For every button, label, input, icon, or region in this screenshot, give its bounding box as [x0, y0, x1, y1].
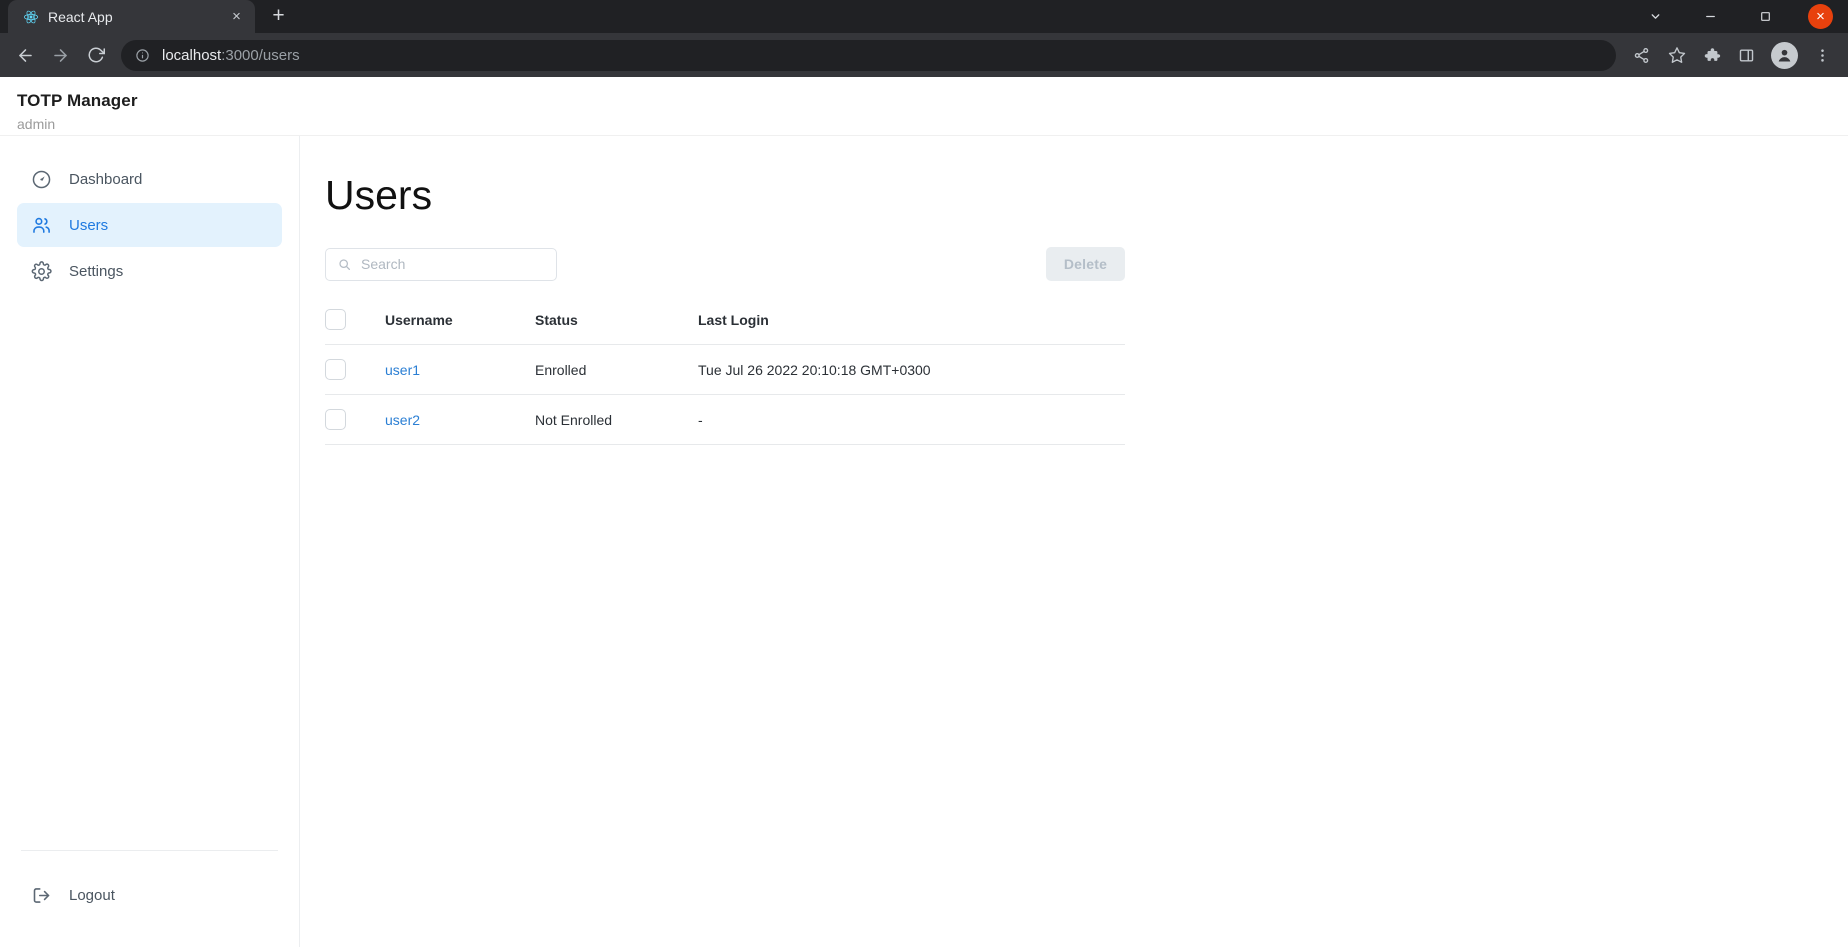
table-head: Username Status Last Login — [325, 303, 1125, 345]
search-box[interactable] — [325, 247, 557, 281]
table-body: user1 Enrolled Tue Jul 26 2022 20:10:18 … — [325, 344, 1125, 445]
sidebar-item-users[interactable]: Users — [17, 203, 282, 247]
logout-icon — [30, 884, 52, 906]
address-bar-text: localhost:3000/users — [162, 47, 300, 64]
sidebar-item-label: Users — [69, 216, 109, 234]
users-icon — [30, 214, 52, 236]
react-logo-icon — [22, 8, 39, 25]
search-icon — [337, 257, 351, 271]
url-host: localhost — [162, 46, 222, 64]
sidebar-item-logout[interactable]: Logout — [17, 873, 282, 917]
sidebar-item-label: Logout — [69, 886, 115, 904]
current-user-label: admin — [17, 116, 56, 132]
browser-tab[interactable]: React App × — [8, 0, 255, 33]
sidebar-item-label: Settings — [69, 262, 124, 280]
select-all-checkbox[interactable] — [325, 309, 346, 330]
table-header-row: Username Status Last Login — [325, 303, 1125, 345]
forward-arrow-icon[interactable] — [44, 39, 77, 72]
users-table: Username Status Last Login user1 Enrolle… — [325, 303, 1125, 445]
close-tab-icon[interactable]: × — [227, 7, 246, 26]
table-row[interactable]: user1 Enrolled Tue Jul 26 2022 20:10:18 … — [325, 344, 1125, 395]
url-path: :3000/users — [221, 46, 300, 64]
share-icon[interactable] — [1625, 39, 1658, 72]
close-window-button[interactable]: × — [1793, 0, 1848, 33]
page-title: Users — [325, 172, 433, 218]
cell-last-login: Tue Jul 26 2022 20:10:18 GMT+0300 — [698, 344, 1125, 395]
main-content: Users Delete — [300, 136, 1848, 947]
avatar-icon[interactable] — [1771, 41, 1798, 69]
sidebar-item-settings[interactable]: Settings — [17, 249, 282, 293]
side-panel-icon[interactable] — [1730, 39, 1763, 72]
gear-icon — [30, 260, 52, 282]
user-link[interactable]: user2 — [385, 412, 420, 428]
site-info-icon[interactable] — [134, 47, 151, 64]
select-all-header — [325, 303, 385, 345]
star-icon[interactable] — [1660, 39, 1693, 72]
dashboard-gauge-icon — [30, 168, 52, 190]
address-bar[interactable]: localhost:3000/users — [121, 39, 1616, 71]
cell-last-login: - — [698, 394, 1125, 445]
tab-title: React App — [48, 8, 113, 25]
table-toolbar: Delete — [325, 247, 1125, 281]
tab-strip: React App × + × — [0, 0, 1848, 33]
logout-section: Logout — [17, 851, 282, 947]
sidebar-item-label: Dashboard — [69, 170, 143, 188]
app-title: TOTP Manager — [17, 91, 138, 110]
new-tab-button[interactable]: + — [262, 0, 295, 32]
row-select-cell — [325, 394, 385, 445]
maximize-icon[interactable] — [1738, 0, 1793, 33]
tab-search-chevron-icon[interactable] — [1628, 0, 1683, 33]
browser-window: React App × + × localhost:3000/users TOT… — [0, 0, 1848, 948]
back-arrow-icon[interactable] — [9, 39, 42, 72]
three-dot-menu-icon[interactable] — [1806, 39, 1839, 72]
column-header-last-login[interactable]: Last Login — [698, 303, 1125, 345]
user-link[interactable]: user1 — [385, 362, 420, 378]
search-input[interactable] — [361, 256, 545, 272]
cell-username: user2 — [385, 394, 535, 445]
row-checkbox[interactable] — [325, 409, 346, 430]
column-header-username[interactable]: Username — [385, 303, 535, 345]
delete-button[interactable]: Delete — [1046, 247, 1125, 281]
table-row[interactable]: user2 Not Enrolled - — [325, 394, 1125, 445]
cell-status: Not Enrolled — [535, 394, 698, 445]
reload-icon[interactable] — [79, 39, 112, 72]
window-controls: × — [1628, 0, 1848, 33]
close-icon: × — [1808, 4, 1833, 29]
row-select-cell — [325, 344, 385, 395]
row-checkbox[interactable] — [325, 359, 346, 380]
cell-status: Enrolled — [535, 344, 698, 395]
column-header-status[interactable]: Status — [535, 303, 698, 345]
app-body: Dashboard Users Settings Logout Users Se… — [0, 136, 1848, 947]
sidebar: Dashboard Users Settings Logout — [0, 136, 300, 947]
minimize-icon[interactable] — [1683, 0, 1738, 33]
cell-username: user1 — [385, 344, 535, 395]
puzzle-icon[interactable] — [1695, 39, 1728, 72]
app-header: TOTP Manager admin — [0, 77, 1848, 136]
browser-toolbar: localhost:3000/users — [0, 33, 1848, 77]
sidebar-item-dashboard[interactable]: Dashboard — [17, 157, 282, 201]
page-viewport: TOTP Manager admin Dashboard Users Setti… — [0, 77, 1848, 948]
